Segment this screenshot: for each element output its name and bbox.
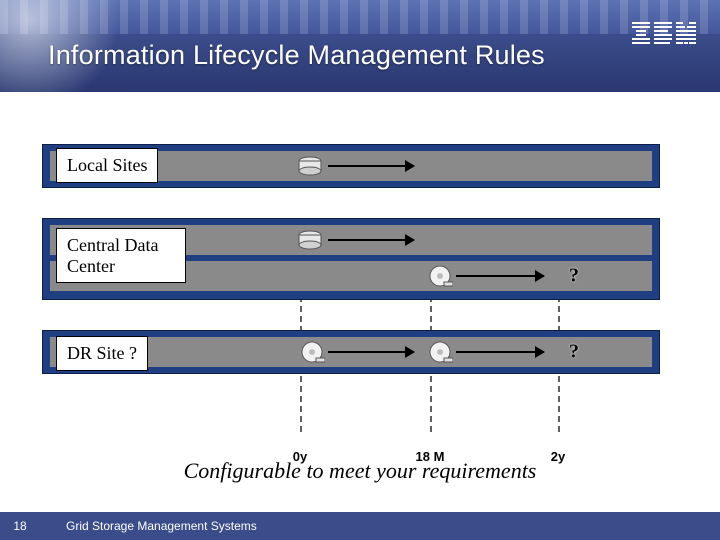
ibm-logo-icon bbox=[632, 22, 696, 53]
page-number: 18 bbox=[0, 519, 40, 533]
footer-caption: Grid Storage Management Systems bbox=[40, 519, 257, 533]
page-title: Information Lifecycle Management Rules bbox=[48, 40, 545, 71]
site-label-central: Central Data Center bbox=[56, 228, 186, 283]
diagram-area: SATA Local Sites SATA Tape ? Central Dat… bbox=[0, 110, 720, 492]
disk-icon bbox=[297, 156, 323, 176]
site-label-dr: DR Site ? bbox=[56, 336, 148, 371]
site-label-local: Local Sites bbox=[56, 148, 158, 183]
subtitle: Configurable to meet your requirements bbox=[0, 458, 720, 484]
question-mark-icon: ? bbox=[569, 341, 579, 364]
header: Information Lifecycle Management Rules bbox=[0, 0, 720, 92]
arrow-icon bbox=[456, 351, 544, 353]
tape-icon bbox=[299, 341, 325, 363]
arrow-icon bbox=[328, 165, 414, 167]
tape-icon bbox=[427, 265, 453, 287]
arrow-icon bbox=[456, 275, 544, 277]
header-stripe-pattern bbox=[0, 0, 720, 34]
footer: 18 Grid Storage Management Systems bbox=[0, 512, 720, 540]
arrow-icon bbox=[328, 239, 414, 241]
tape-icon bbox=[427, 341, 453, 363]
question-mark-icon: ? bbox=[569, 265, 579, 288]
arrow-icon bbox=[328, 351, 414, 353]
disk-icon bbox=[297, 230, 323, 250]
